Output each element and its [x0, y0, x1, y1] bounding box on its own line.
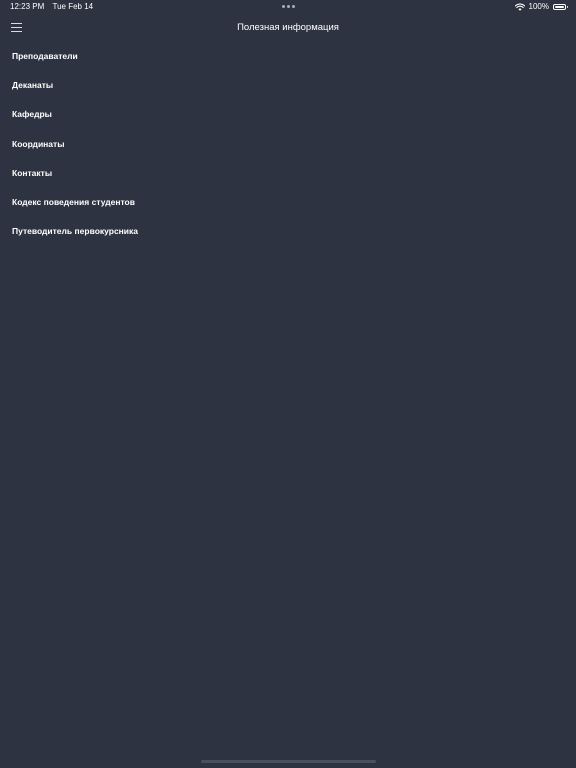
hamburger-menu-icon[interactable]	[11, 22, 23, 34]
dot	[292, 5, 295, 8]
menu-item-teachers[interactable]: Преподаватели	[0, 42, 576, 71]
wifi-icon	[514, 3, 525, 11]
menu-item-freshman-guide[interactable]: Путеводитель первокурсника	[0, 217, 576, 246]
menu-bar	[11, 31, 22, 32]
status-time: 12:23 PM	[10, 2, 45, 11]
menu-bar	[11, 23, 22, 24]
multitasking-dots-icon[interactable]	[282, 5, 295, 8]
home-indicator[interactable]	[201, 760, 376, 763]
info-menu-list: Преподаватели Деканаты Кафедры Координат…	[0, 42, 576, 246]
status-date: Tue Feb 14	[52, 2, 94, 11]
menu-item-contacts[interactable]: Контакты	[0, 159, 576, 188]
menu-item-deans-offices[interactable]: Деканаты	[0, 71, 576, 100]
status-left: 12:23 PM Tue Feb 14	[10, 0, 93, 14]
app-screen: 12:23 PM Tue Feb 14 100% Полезная информ…	[0, 0, 576, 768]
dot	[287, 5, 290, 8]
menu-item-code-of-conduct[interactable]: Кодекс поведения студентов	[0, 188, 576, 217]
battery-percent: 100%	[528, 2, 549, 11]
page-title: Полезная информация	[237, 22, 339, 33]
navigation-bar: Полезная информация	[0, 14, 576, 42]
status-bar: 12:23 PM Tue Feb 14 100%	[0, 0, 576, 14]
menu-item-departments[interactable]: Кафедры	[0, 100, 576, 129]
battery-icon	[553, 4, 568, 10]
menu-item-coordinates[interactable]: Координаты	[0, 130, 576, 159]
dot	[282, 5, 285, 8]
menu-bar	[11, 27, 22, 28]
status-right: 100%	[514, 0, 568, 14]
